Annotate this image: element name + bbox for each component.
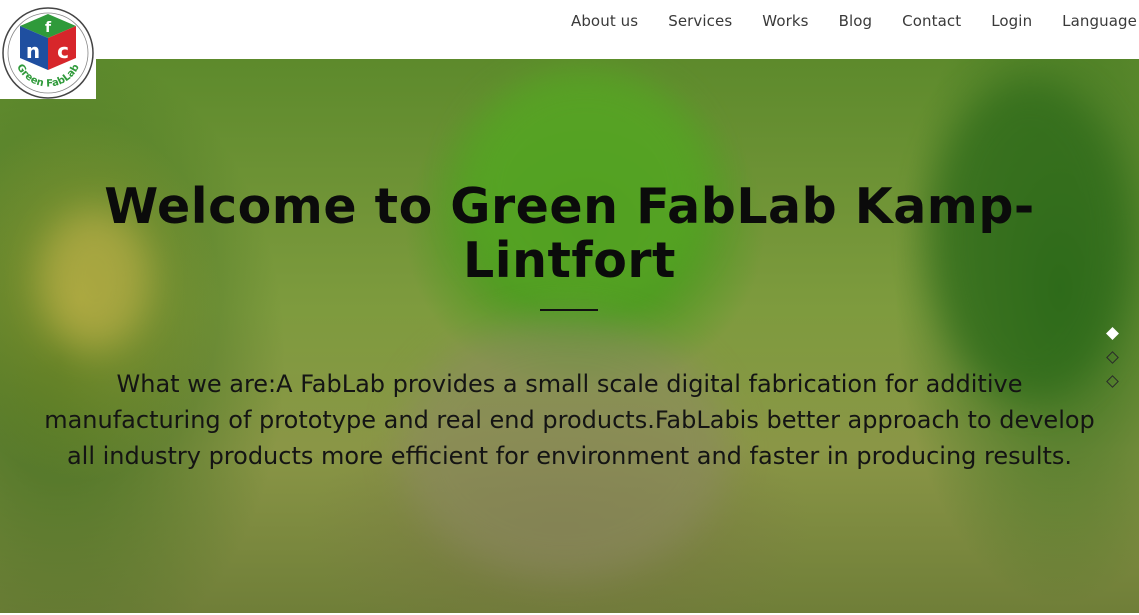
main-nav: About us Services Works Blog Contact Log… xyxy=(541,0,1137,42)
hero-description: What we are:A FabLab provides a small sc… xyxy=(44,370,1095,470)
hero-banner: Welcome to Green FabLab Kamp-Lintfort Wh… xyxy=(0,59,1139,615)
nav-language[interactable]: Language xyxy=(1062,12,1137,30)
site-header: About us Services Works Blog Contact Log… xyxy=(0,0,1139,59)
nav-blog[interactable]: Blog xyxy=(839,12,873,30)
hero-title: Welcome to Green FabLab Kamp-Lintfort xyxy=(104,178,1035,289)
slider-dot-3[interactable] xyxy=(1105,375,1119,388)
svg-text:f: f xyxy=(45,20,52,36)
svg-text:c: c xyxy=(57,39,69,63)
slider-dot-1[interactable] xyxy=(1105,327,1119,340)
nav-works[interactable]: Works xyxy=(762,12,808,30)
nav-services[interactable]: Services xyxy=(668,12,732,30)
nav-contact[interactable]: Contact xyxy=(902,12,961,30)
nav-about-us[interactable]: About us xyxy=(571,12,638,30)
svg-text:n: n xyxy=(26,39,40,63)
slider-pagination xyxy=(1105,327,1119,401)
slider-dot-2[interactable] xyxy=(1105,351,1119,364)
green-fablab-logo-icon: f n c Green FabLab xyxy=(2,7,94,99)
logo[interactable]: f n c Green FabLab xyxy=(0,0,96,99)
nav-login[interactable]: Login xyxy=(991,12,1032,30)
title-divider xyxy=(540,309,598,311)
